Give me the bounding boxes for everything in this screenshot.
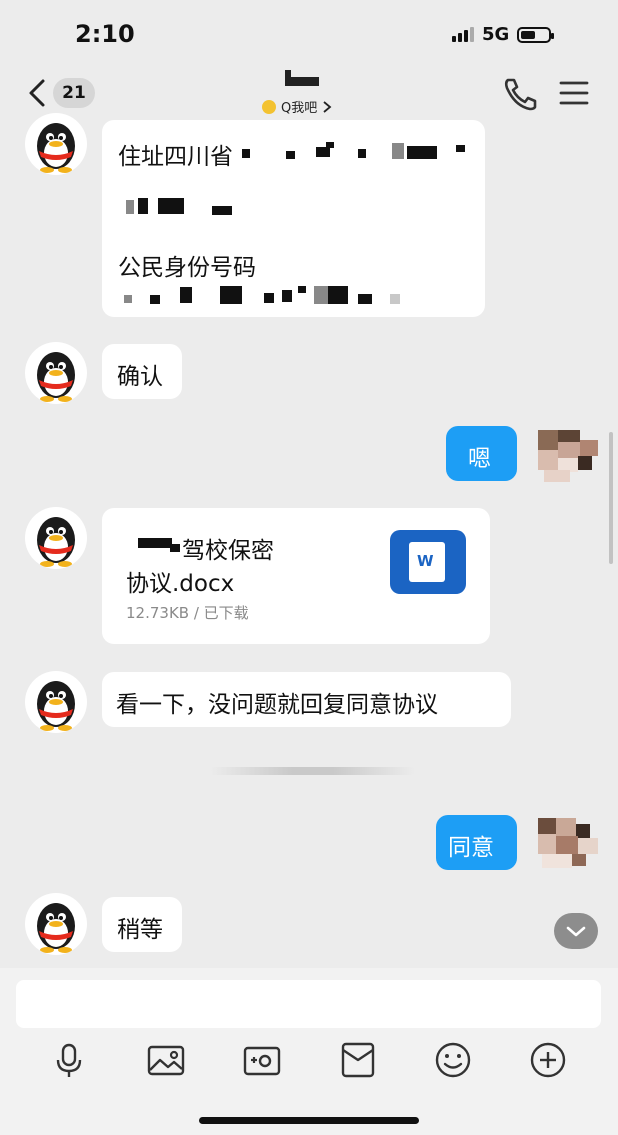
message-bubble[interactable]: 稍等 <box>102 897 182 952</box>
my-avatar[interactable] <box>538 430 602 484</box>
penguin-avatar-icon <box>37 517 75 567</box>
message-bubble-address[interactable]: 住址四川省 公民身份号码 <box>102 120 485 317</box>
my-message-bubble[interactable]: 嗯 <box>446 426 517 481</box>
message-text: 看一下，没问题就回复同意协议 <box>116 692 438 718</box>
image-icon[interactable] <box>146 1040 186 1080</box>
status-indicators: 5G <box>452 24 555 45</box>
emoji-icon[interactable] <box>433 1040 473 1080</box>
message-bubble[interactable]: 确认 <box>102 344 182 399</box>
hamburger-menu-icon <box>559 81 589 105</box>
penguin-avatar-icon <box>37 123 75 173</box>
message-text: 确认 <box>117 364 163 390</box>
time-divider <box>210 767 415 775</box>
message-text: 公民身份号码 <box>118 255 256 281</box>
back-button[interactable] <box>20 76 54 110</box>
phone-icon <box>504 78 537 111</box>
unread-badge[interactable]: 21 <box>53 78 95 108</box>
file-name: 驾校保密 <box>182 538 274 564</box>
scroll-to-bottom-button[interactable] <box>554 913 598 949</box>
contact-avatar[interactable] <box>25 893 87 955</box>
file-name-line2: 协议.docx <box>126 571 235 597</box>
network-label: 5G <box>482 24 510 45</box>
contact-avatar[interactable] <box>25 671 87 733</box>
chevron-right-icon <box>323 100 332 113</box>
message-text: 同意 <box>448 835 494 861</box>
menu-button[interactable] <box>555 76 593 110</box>
penguin-avatar-icon <box>37 903 75 953</box>
red-packet-icon[interactable] <box>338 1040 378 1080</box>
message-text: 住址四川省 <box>118 144 233 170</box>
camera-icon[interactable] <box>242 1040 282 1080</box>
contact-name-redacted <box>285 70 319 88</box>
my-avatar[interactable] <box>538 818 602 872</box>
home-indicator <box>199 1117 419 1124</box>
message-text: 嗯 <box>468 446 491 472</box>
penguin-avatar-icon <box>37 352 75 402</box>
penguin-avatar-icon <box>37 681 75 731</box>
status-time: 2:10 <box>75 20 135 48</box>
contact-avatar[interactable] <box>25 113 87 175</box>
smiley-icon <box>262 99 276 114</box>
file-meta: 12.73KB / 已下载 <box>126 604 249 622</box>
battery-icon <box>517 26 555 43</box>
signal-icon <box>452 27 474 42</box>
scrollbar[interactable] <box>609 432 613 564</box>
message-text: 稍等 <box>117 917 163 943</box>
chevron-left-icon <box>29 79 45 107</box>
contact-avatar[interactable] <box>25 342 87 404</box>
contact-subtitle[interactable]: Q我吧 <box>262 97 332 116</box>
word-document-icon: W <box>390 530 466 594</box>
message-input[interactable] <box>16 980 601 1028</box>
my-message-bubble[interactable]: 同意 <box>436 815 517 870</box>
message-bubble[interactable]: 看一下，没问题就回复同意协议 <box>102 672 511 727</box>
phone-call-button[interactable] <box>500 75 540 111</box>
contact-avatar[interactable] <box>25 507 87 569</box>
microphone-icon[interactable] <box>49 1040 89 1080</box>
chevron-down-icon <box>566 926 586 937</box>
plus-icon[interactable] <box>528 1040 568 1080</box>
subtitle-text: Q我吧 <box>281 101 318 116</box>
